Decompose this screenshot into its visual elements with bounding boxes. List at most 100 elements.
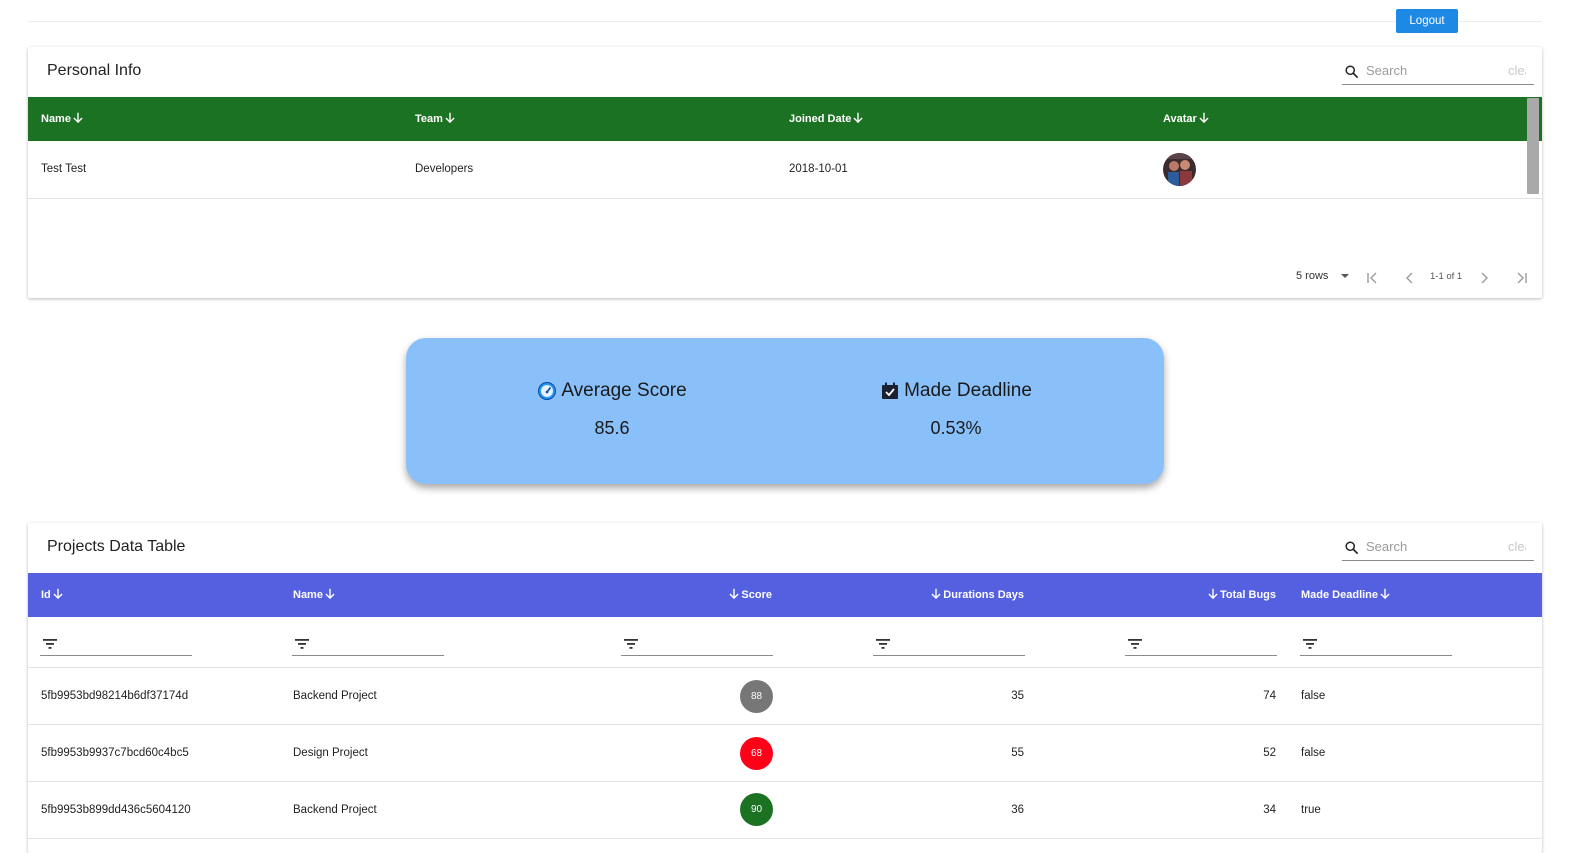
column-header-label: Score [741, 589, 772, 601]
search-icon [1345, 65, 1358, 78]
filter-made-deadline[interactable] [1300, 632, 1452, 656]
arrow-down-icon [1208, 588, 1218, 600]
score-badge: 90 [740, 793, 773, 826]
table-row[interactable]: 5fb9953bd98214b6df37174d Backend Project… [28, 668, 1542, 725]
cell-id: 5fb9953bd98214b6df37174d [41, 690, 189, 702]
column-header-label: Durations Days [943, 589, 1024, 601]
filter-icon [295, 639, 309, 649]
projects-search[interactable]: clear [1342, 535, 1534, 561]
next-page-icon[interactable] [1476, 270, 1492, 286]
scrollbar[interactable] [1527, 98, 1539, 194]
column-header-name[interactable]: Name [293, 573, 337, 617]
filter-icon [1128, 639, 1142, 649]
arrow-down-icon [931, 588, 941, 600]
cell-id: 5fb9953b9937c7bcd60c4bc5 [41, 747, 189, 759]
page-range: 1-1 of 1 [1430, 271, 1463, 282]
column-header-label: Name [293, 589, 323, 601]
column-header-label: Made Deadline [1301, 589, 1379, 601]
column-header-joined-date[interactable]: Joined Date [789, 97, 865, 141]
filter-icon [876, 639, 890, 649]
column-header-total-bugs[interactable]: Total Bugs [1125, 573, 1276, 617]
clear-search-button[interactable]: clear [1508, 63, 1526, 78]
personal-info-title: Personal Info [47, 62, 142, 79]
personal-info-search-input[interactable] [1366, 63, 1526, 78]
table-row[interactable]: Test Test Developers 2018-10-01 [28, 141, 1542, 199]
filter-name[interactable] [292, 632, 444, 656]
stats-card: Average Score 85.6 Made Deadline 0.53% [406, 338, 1164, 484]
filter-score[interactable] [621, 632, 773, 656]
column-header-label: Total Bugs [1219, 589, 1276, 601]
speedometer-icon [538, 382, 557, 400]
top-bar [28, 0, 1542, 22]
column-header-id[interactable]: Id [41, 573, 65, 617]
cell-durations-days: 35 [1011, 690, 1024, 702]
cell-name: Test Test [41, 163, 87, 175]
column-header-durations-days[interactable]: Durations Days [873, 573, 1024, 617]
column-header-label: Name [41, 113, 71, 125]
table-row[interactable]: 5fb9953b899dd436c5604120 Backend Project… [28, 782, 1542, 839]
table-row[interactable]: 5fb9953b9937c7bcd60c4bc5 Design Project … [28, 725, 1542, 782]
column-header-made-deadline[interactable]: Made Deadline [1301, 573, 1392, 617]
rows-per-page-label: 5 rows [1296, 270, 1329, 282]
logout-button[interactable]: Logout [1396, 9, 1458, 33]
filter-id[interactable] [40, 632, 192, 656]
score-badge: 88 [740, 680, 773, 713]
column-header-score[interactable]: Score [621, 573, 772, 617]
cell-durations-days: 55 [1011, 747, 1024, 759]
made-deadline-stat: Made Deadline 0.53% [836, 380, 1076, 439]
column-header-label: Id [41, 589, 51, 601]
filter-durations-days[interactable] [873, 632, 1025, 656]
arrow-down-icon [73, 112, 83, 124]
calendar-check-icon [882, 382, 899, 399]
projects-search-input[interactable] [1366, 539, 1526, 554]
column-header-team[interactable]: Team [415, 97, 457, 141]
previous-page-icon[interactable] [1402, 270, 1418, 286]
last-page-icon[interactable] [1514, 270, 1530, 286]
cell-made-deadline: false [1301, 690, 1326, 702]
column-header-label: Team [415, 113, 443, 125]
filter-icon [1303, 639, 1317, 649]
arrow-down-icon [853, 112, 863, 124]
column-header-label: Joined Date [789, 113, 852, 125]
personal-info-card: Personal Info clear Name Team Joined Dat… [28, 47, 1542, 298]
made-deadline-label: Made Deadline [904, 380, 1032, 401]
first-page-icon[interactable] [1364, 270, 1380, 286]
filter-icon [43, 639, 57, 649]
projects-card: Projects Data Table clear Id Name Score … [28, 523, 1542, 853]
cell-team: Developers [415, 163, 474, 175]
cell-made-deadline: true [1301, 804, 1321, 816]
cell-total-bugs: 74 [1263, 690, 1276, 702]
clear-search-button[interactable]: clear [1508, 539, 1526, 554]
arrow-down-icon [53, 588, 63, 600]
average-score-stat: Average Score 85.6 [492, 380, 732, 439]
arrow-down-icon [729, 588, 740, 600]
cell-joined-date: 2018-10-01 [789, 163, 848, 175]
personal-info-table-header: Name Team Joined Date Avatar [28, 97, 1542, 141]
rows-per-page-select[interactable]: 5 rows [1296, 270, 1350, 286]
filter-total-bugs[interactable] [1125, 632, 1277, 656]
filter-icon [624, 639, 638, 649]
personal-info-search[interactable]: clear [1342, 59, 1534, 85]
column-header-label: Avatar [1163, 113, 1197, 125]
projects-title: Projects Data Table [47, 538, 186, 555]
cell-name: Design Project [293, 747, 368, 759]
chevron-down-icon [1341, 274, 1350, 279]
average-score-label: Average Score [561, 380, 687, 401]
made-deadline-value: 0.53% [930, 418, 982, 438]
cell-name: Backend Project [293, 804, 377, 816]
average-score-value: 85.6 [594, 418, 630, 438]
column-header-name[interactable]: Name [41, 97, 85, 141]
cell-name: Backend Project [293, 690, 377, 702]
score-badge: 68 [740, 737, 773, 770]
arrow-down-icon [445, 112, 455, 124]
cell-id: 5fb9953b899dd436c5604120 [41, 804, 191, 816]
avatar [1163, 153, 1196, 186]
cell-made-deadline: false [1301, 747, 1326, 759]
arrow-down-icon [325, 588, 335, 600]
search-icon [1345, 541, 1358, 554]
arrow-down-icon [1380, 588, 1390, 600]
cell-durations-days: 36 [1011, 804, 1024, 816]
arrow-down-icon [1199, 112, 1209, 124]
cell-total-bugs: 52 [1263, 747, 1276, 759]
column-header-avatar[interactable]: Avatar [1163, 97, 1211, 141]
